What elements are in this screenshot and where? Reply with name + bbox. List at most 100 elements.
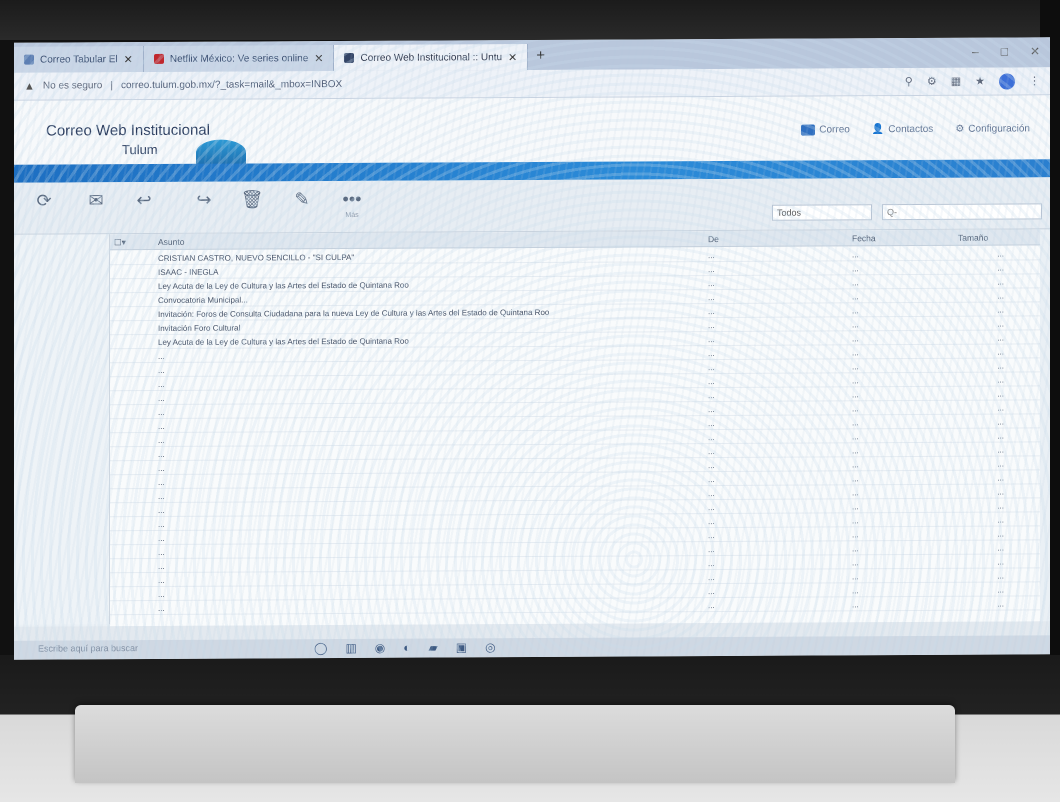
cell-from: ... <box>708 517 715 527</box>
webmail-header: Correo Web Institucional Tulum Correo 👤 … <box>14 95 1050 166</box>
task-view-icon[interactable]: ◯ <box>314 641 327 655</box>
edge-icon[interactable]: ◐ <box>403 641 410 655</box>
close-window-icon[interactable]: ✕ <box>1030 44 1040 58</box>
cell-size: ... <box>997 459 1004 469</box>
screen-bezel-top <box>0 0 1060 40</box>
column-subject[interactable]: Asunto <box>158 237 184 247</box>
close-icon[interactable]: ✕ <box>124 53 133 66</box>
cell-size: ... <box>997 361 1004 371</box>
reply-button[interactable]: ↩ <box>120 190 168 211</box>
cell-date: ... <box>852 516 859 526</box>
cell-from: ... <box>708 419 715 429</box>
store-icon[interactable]: ▣ <box>456 640 467 654</box>
compose-button[interactable]: ✉ <box>72 190 120 211</box>
folder-item[interactable] <box>18 280 102 292</box>
cell-from: ... <box>708 447 715 457</box>
mail-icon <box>801 124 816 136</box>
app-subtitle: Tulum <box>122 141 158 158</box>
address-bar-icons: ⚲ ⚙ ▦ ★ ⋮ <box>905 72 1040 90</box>
cell-subject: Invitación: Foros de Consulta Ciudadana … <box>158 307 550 319</box>
cell-size: ... <box>997 543 1004 553</box>
bookmark-icon[interactable]: ★ <box>975 75 985 88</box>
column-date[interactable]: Fecha <box>852 233 876 243</box>
close-icon[interactable]: ✕ <box>508 51 517 64</box>
nav-settings[interactable]: ⚙ Configuración <box>955 123 1030 134</box>
profile-avatar[interactable] <box>999 72 1015 90</box>
cell-date: ... <box>852 390 859 400</box>
widgets-icon[interactable]: ▥ <box>345 641 356 655</box>
netflix-icon <box>153 53 164 64</box>
cell-date: ... <box>852 250 859 260</box>
taskbar-icons: ◯ ▥ ◉ ◐ ▰ ▣ ◎ <box>314 640 496 655</box>
browser-tab-2[interactable]: Correo Web Institucional :: Untu ✕ <box>334 44 529 72</box>
delete-icon: 🗑 <box>240 189 264 210</box>
search-input[interactable]: Q- <box>882 203 1042 221</box>
nav-contacts[interactable]: 👤 Contactos <box>872 124 933 135</box>
cell-subject: Invitación Foro Cultural <box>158 323 241 333</box>
new-tab-button[interactable]: + <box>536 46 545 63</box>
cell-date: ... <box>852 432 859 442</box>
url-field[interactable]: correo.tulum.gob.mx/?_task=mail&_mbox=IN… <box>121 79 342 91</box>
cell-from: ... <box>708 587 715 597</box>
column-size[interactable]: Tamaño <box>958 233 988 243</box>
cell-size: ... <box>997 585 1004 595</box>
cell-subject: ... <box>158 589 165 599</box>
collections-icon[interactable]: ▦ <box>951 75 961 88</box>
cell-date: ... <box>852 306 859 316</box>
cell-from: ... <box>708 461 715 471</box>
cell-date: ... <box>852 600 859 610</box>
logo-wave-icon <box>196 139 246 166</box>
cell-subject: ... <box>158 519 165 529</box>
address-divider: | <box>110 80 113 92</box>
forward-button[interactable]: ↪ <box>180 190 228 211</box>
maximize-icon[interactable]: □ <box>1001 45 1008 59</box>
select-all-icon[interactable]: ☐▾ <box>114 237 126 248</box>
extension-icon[interactable]: ⚙ <box>927 75 937 88</box>
cell-subject: ... <box>158 491 165 501</box>
more-button[interactable]: ••• Más <box>328 189 376 219</box>
explorer-icon[interactable]: ▰ <box>429 640 438 654</box>
cell-subject: ISAAC - INEGLA <box>158 267 219 277</box>
cell-from: ... <box>708 433 715 443</box>
folder-pane <box>14 234 110 625</box>
cell-from: ... <box>708 335 715 345</box>
photo-frame: Correo Tabular El ✕ Netflix México: Ve s… <box>0 0 1060 802</box>
security-label[interactable]: No es seguro <box>43 80 102 91</box>
cell-size: ... <box>997 263 1004 273</box>
column-from[interactable]: De <box>708 234 719 244</box>
cell-size: ... <box>997 515 1004 525</box>
delete-button[interactable]: 🗑 <box>228 189 276 210</box>
nav-mail[interactable]: Correo <box>801 124 850 136</box>
cell-from: ... <box>708 363 715 373</box>
cell-from: ... <box>708 293 715 303</box>
taskbar-search[interactable]: Escribe aquí para buscar <box>38 643 138 654</box>
cell-subject: ... <box>158 547 165 557</box>
cell-date: ... <box>852 488 859 498</box>
folder-item[interactable] <box>18 260 102 272</box>
cell-subject: CRISTIAN CASTRO, NUEVO SENCILLO - "SI CU… <box>158 252 355 263</box>
app-icon[interactable]: ◎ <box>485 640 495 654</box>
refresh-button[interactable]: ⟳ <box>20 190 68 211</box>
menu-icon[interactable]: ⋮ <box>1029 74 1040 87</box>
cell-subject: ... <box>158 407 165 417</box>
close-icon[interactable]: ✕ <box>314 52 323 65</box>
cell-subject: ... <box>158 533 165 543</box>
warning-icon[interactable]: ▲ <box>24 80 35 92</box>
filter-select[interactable]: Todos <box>772 204 872 221</box>
mark-button[interactable]: ✎ <box>278 189 326 210</box>
chrome-icon[interactable]: ◉ <box>375 641 385 655</box>
cell-subject: ... <box>158 421 165 431</box>
folder-item[interactable] <box>18 322 102 334</box>
cell-date: ... <box>852 558 859 568</box>
laptop-screen: Correo Tabular El ✕ Netflix México: Ve s… <box>14 37 1050 660</box>
contacts-icon: 👤 <box>871 124 885 136</box>
browser-tab-1[interactable]: Netflix México: Ve series online ✕ <box>143 45 335 73</box>
laptop-hinge <box>75 705 955 783</box>
cell-from: ... <box>708 503 715 513</box>
cell-date: ... <box>852 544 859 554</box>
browser-tab-0[interactable]: Correo Tabular El ✕ <box>14 46 144 73</box>
cell-size: ... <box>997 445 1004 455</box>
zoom-icon[interactable]: ⚲ <box>905 75 913 88</box>
cell-date: ... <box>852 348 859 358</box>
minimize-icon[interactable]: – <box>972 45 979 59</box>
